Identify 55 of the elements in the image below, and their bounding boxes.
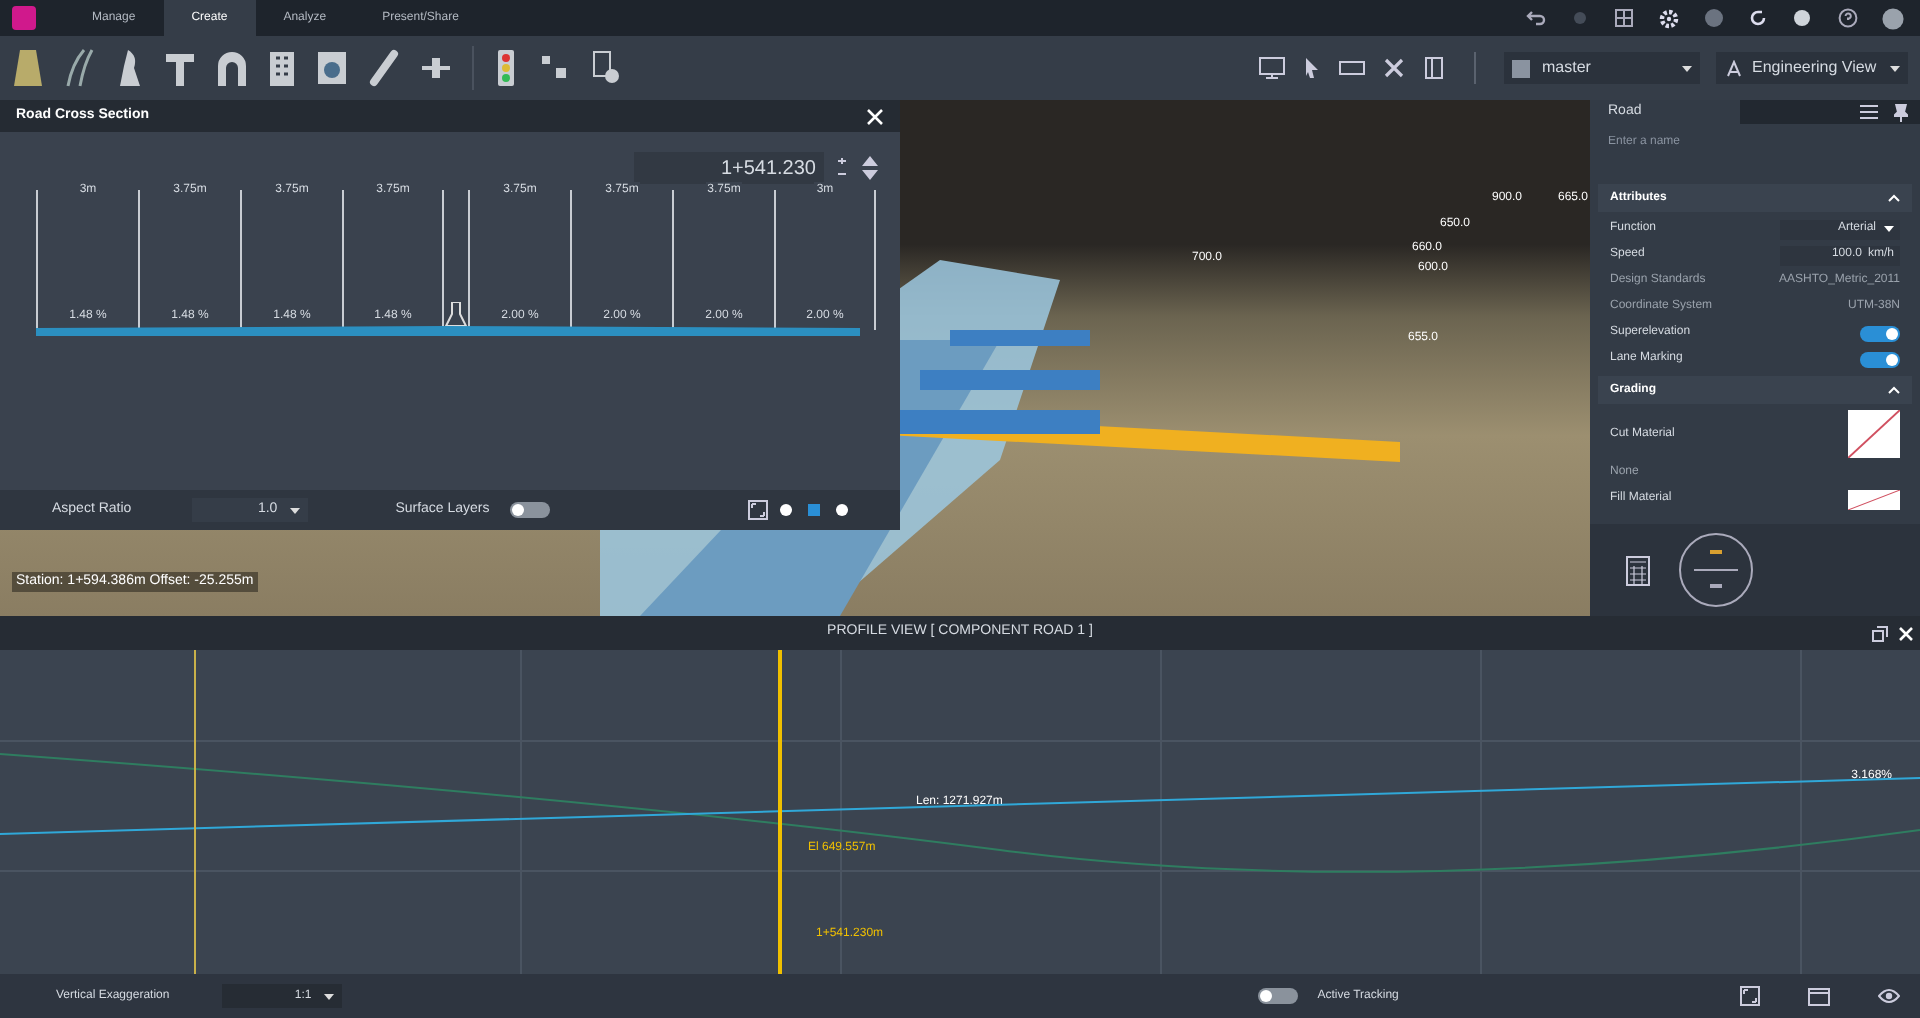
help-icon[interactable] [1838, 8, 1858, 28]
material-swatch[interactable] [1848, 489, 1900, 509]
pin-icon[interactable] [1894, 103, 1908, 121]
restore-icon[interactable] [1872, 625, 1888, 641]
grid-icon[interactable] [1614, 8, 1634, 28]
undo-icon[interactable] [1526, 8, 1546, 28]
terrain-3d-view[interactable] [0, 100, 1590, 616]
caret-icon [289, 507, 300, 513]
cross-icon[interactable] [1382, 56, 1406, 80]
fit-view-icon[interactable] [748, 500, 768, 520]
settings-icon[interactable] [1658, 7, 1680, 29]
traffic-light-icon[interactable] [494, 48, 518, 88]
calculator-icon[interactable] [1626, 555, 1650, 585]
toggle-switch[interactable] [1860, 351, 1900, 367]
close-icon[interactable] [866, 107, 884, 125]
compass-icon[interactable] [1678, 532, 1754, 608]
material-swatch[interactable] [1848, 410, 1900, 458]
road-icon[interactable] [12, 48, 44, 88]
fit-view-icon[interactable] [1740, 986, 1760, 1006]
monitor-icon[interactable] [1258, 56, 1286, 80]
user-avatar-icon[interactable] [1882, 7, 1904, 29]
active-tracking-toggle[interactable] [1257, 988, 1298, 1004]
terrain-icon[interactable] [116, 48, 144, 88]
station-field[interactable]: 1+541.230 [634, 152, 824, 184]
surface-layers-toggle[interactable] [509, 502, 550, 518]
caret-icon [1890, 65, 1900, 71]
caret-icon [323, 993, 334, 999]
chevron-icon [1888, 386, 1900, 394]
chevron-icon [1888, 194, 1900, 202]
up-down-arrows-icon[interactable] [860, 154, 880, 182]
caret-icon [1884, 226, 1894, 232]
washer-icon[interactable] [316, 48, 348, 88]
document-settings-icon[interactable] [590, 48, 622, 88]
measure-icon[interactable] [1338, 56, 1366, 80]
view-mode-option[interactable] [836, 504, 848, 516]
branch-dropdown[interactable]: master [1504, 52, 1700, 84]
bridge-icon[interactable] [164, 48, 196, 88]
building-icon[interactable] [268, 48, 296, 88]
app-logo-icon [12, 6, 36, 30]
window-icon[interactable] [1808, 987, 1830, 1005]
refresh-icon[interactable] [1748, 8, 1768, 28]
menu-icon[interactable] [1860, 104, 1878, 120]
curve-road-icon[interactable] [64, 48, 96, 88]
caret-icon [1682, 65, 1692, 71]
close-icon[interactable] [1898, 625, 1914, 641]
pointer-icon[interactable] [1302, 56, 1322, 80]
panel-icon[interactable] [1422, 56, 1446, 80]
eye-icon[interactable] [1878, 988, 1900, 1004]
toggle-switch[interactable] [1860, 325, 1900, 341]
median-barrier-icon [444, 302, 468, 330]
view-dropdown[interactable]: Engineering View [1716, 52, 1908, 84]
view-mode-option[interactable] [780, 504, 792, 516]
pipe-icon[interactable] [368, 48, 400, 88]
tunnel-icon[interactable] [216, 48, 248, 88]
text-style-icon [1724, 59, 1742, 77]
